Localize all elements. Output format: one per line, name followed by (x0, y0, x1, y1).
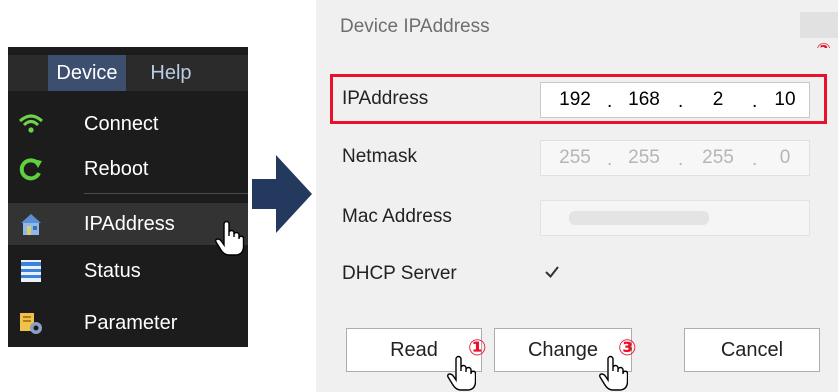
dhcp-server-label: DHCP Server (342, 263, 457, 284)
wifi-icon (18, 114, 44, 133)
menu-item-connect[interactable]: Connect (8, 103, 248, 145)
menu-item-reboot[interactable]: Reboot (8, 148, 248, 190)
refresh-icon (19, 158, 42, 181)
netmask-field: 255 . 255 . 255 . 0 (540, 140, 810, 176)
cancel-button[interactable]: Cancel (684, 328, 820, 372)
menu-divider (84, 193, 248, 194)
right-arrow-icon (252, 155, 312, 233)
device-menu: Device Help Connect Reboot IPAddress Sta… (8, 47, 248, 347)
hand-pointer-icon (215, 220, 244, 256)
menu-item-label: Status (84, 260, 141, 282)
menu-tab-help[interactable]: Help (126, 55, 216, 91)
netmask-octet-3: 255 (702, 147, 734, 168)
menu-item-ipaddress[interactable]: IPAddress (8, 203, 248, 245)
hand-pointer-icon (447, 355, 476, 391)
octet-dot: . (678, 149, 684, 170)
parameter-settings-icon (20, 313, 42, 334)
hand-pointer-icon (599, 355, 628, 391)
netmask-octet-4: 0 (779, 147, 791, 168)
octet-dot: . (752, 149, 758, 170)
mac-address-redacted (569, 211, 709, 225)
menu-item-label: IPAddress (84, 213, 175, 235)
menu-item-parameter[interactable]: Parameter (8, 302, 248, 344)
netmask-octet-1: 255 (559, 147, 591, 168)
menu-item-label: Parameter (84, 312, 178, 334)
menu-item-status[interactable]: Status (8, 250, 248, 292)
mac-address-label: Mac Address (342, 206, 452, 227)
dialog-body: IPAddress 192 . 168 . 2 . 10 Netmask 255… (316, 48, 838, 392)
octet-dot: . (607, 149, 613, 170)
mac-address-field (540, 200, 810, 236)
dhcp-server-checkbox[interactable] (542, 262, 562, 282)
ipaddress-dialog: Device IPAddress ② IPAddress 192 . 168 .… (316, 0, 838, 392)
netmask-label: Netmask (342, 146, 417, 167)
close-button[interactable] (800, 12, 838, 38)
ipaddress-highlight-box (330, 74, 827, 124)
menu-tab-device[interactable]: Device (48, 55, 126, 91)
menu-item-label: Reboot (84, 158, 149, 180)
netmask-octet-2: 255 (628, 147, 660, 168)
house-network-icon (21, 214, 41, 235)
menu-item-label: Connect (84, 113, 159, 135)
status-list-icon (21, 260, 41, 282)
menu-bar: Device Help (8, 55, 248, 91)
dialog-title: Device IPAddress (340, 16, 490, 37)
